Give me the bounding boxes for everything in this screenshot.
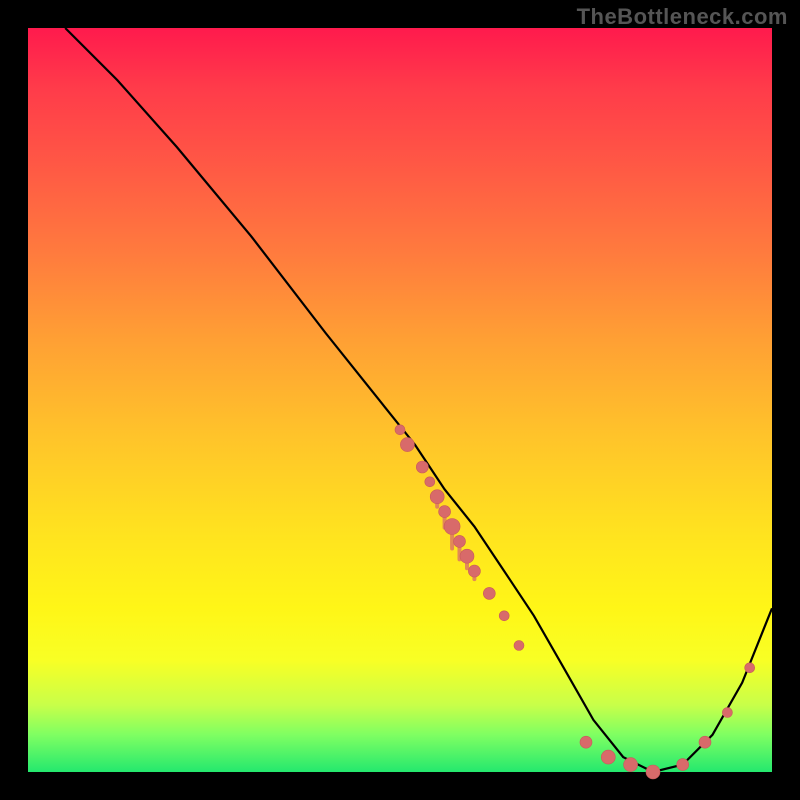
data-point	[646, 765, 660, 779]
data-point	[416, 461, 428, 473]
data-point	[580, 736, 592, 748]
data-point	[745, 663, 755, 673]
bottleneck-curve	[65, 28, 772, 772]
data-point	[499, 611, 509, 621]
plot-area	[28, 28, 772, 772]
data-point	[624, 758, 638, 772]
data-point	[454, 535, 466, 547]
chart-container: TheBottleneck.com	[0, 0, 800, 800]
data-point	[468, 565, 480, 577]
data-point	[699, 736, 711, 748]
data-point	[722, 708, 732, 718]
data-point	[439, 506, 451, 518]
data-point	[430, 490, 444, 504]
watermark-text: TheBottleneck.com	[577, 4, 788, 30]
markers-group	[395, 425, 755, 779]
data-point	[395, 425, 405, 435]
data-point	[514, 641, 524, 651]
data-point	[425, 477, 435, 487]
data-point	[601, 750, 615, 764]
curve-svg	[28, 28, 772, 772]
data-point	[400, 438, 414, 452]
data-point	[677, 759, 689, 771]
data-point	[444, 519, 460, 535]
data-point	[483, 587, 495, 599]
data-point	[460, 549, 474, 563]
